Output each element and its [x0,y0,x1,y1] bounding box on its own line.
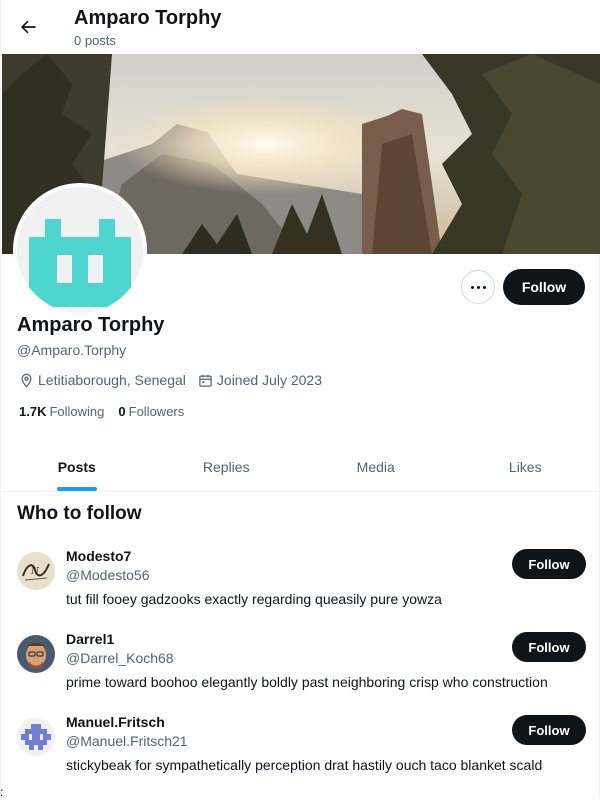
location-pin-icon [21,373,32,388]
back-button[interactable] [11,10,45,44]
following-count: 1.7K [19,404,47,419]
suggestion-handle: @Darrel_Koch68 [66,650,174,666]
person-photo-avatar-image [17,635,55,673]
suggestion-name[interactable]: Darrel1 [66,631,114,647]
suggestion-bio: tut fill fooey gadzooks exactly regardin… [66,591,442,607]
suggestion-avatar[interactable]: N [17,552,55,590]
location-text: Letitiaborough, Senegal [38,372,186,388]
joined-text: Joined July 2023 [216,372,322,388]
profile-meta: Letitiaborough, Senegal Joined July 2023 [19,370,334,390]
who-to-follow-title: Who to follow [17,503,142,524]
followers-count: 0 [118,404,126,419]
suggestion-card[interactable]: N Modesto7 @Modesto56 tut fill fooey gad… [2,548,600,631]
calendar-icon [199,374,212,387]
more-dots-icon [470,285,474,289]
header-post-count: 0 posts [74,33,116,48]
stray-text: : [0,785,4,799]
suggestion-name[interactable]: Manuel.Fritsch [66,714,165,730]
suggestion-avatar[interactable] [17,635,55,673]
suggestion-handle: @Modesto56 [66,567,150,583]
identicon-avatar-image [17,187,143,313]
top-bar: Amparo Torphy 0 posts [1,0,600,53]
joined-item: Joined July 2023 [198,372,322,388]
profile-avatar[interactable] [13,183,147,317]
following-label: Following [49,404,105,419]
tab-likes[interactable]: Likes [451,443,600,491]
tab-media[interactable]: Media [301,443,451,491]
profile-page: Amparo Torphy 0 posts Follow Amparo Torp… [0,0,600,797]
profile-name: Amparo Torphy [17,314,165,336]
suggestion-follow-button[interactable]: Follow [512,549,586,579]
suggestion-bio: stickybeak for sympathetically perceptio… [66,757,543,773]
identicon-avatar-image [17,718,55,756]
suggestion-card[interactable]: Manuel.Fritsch @Manuel.Fritsch21 stickyb… [2,714,600,797]
follow-counts: 1.7K Following 0 Followers [19,404,198,419]
following-link[interactable]: 1.7K Following [19,404,104,419]
suggestion-bio: prime toward boohoo elegantly boldly pas… [66,674,548,690]
suggestion-handle: @Manuel.Fritsch21 [66,733,188,749]
location-item: Letitiaborough, Senegal [19,372,186,388]
suggestion-follow-button[interactable]: Follow [512,632,586,662]
signature-avatar-image: N [17,552,55,590]
suggestion-avatar[interactable] [17,718,55,756]
header-title: Amparo Torphy [74,7,222,29]
svg-text:N: N [30,567,40,577]
profile-tabs: Posts Replies Media Likes [2,443,600,492]
suggestion-name[interactable]: Modesto7 [66,548,131,564]
arrow-left-icon [21,20,36,34]
more-options-button[interactable] [461,270,495,304]
followers-link[interactable]: 0 Followers [118,404,184,419]
tab-posts[interactable]: Posts [2,443,152,491]
followers-label: Followers [128,404,185,419]
profile-handle: @Amparo.Torphy [17,342,127,358]
follow-button[interactable]: Follow [503,269,585,305]
suggestion-follow-button[interactable]: Follow [512,715,586,745]
active-tab-indicator [56,487,97,491]
tab-replies[interactable]: Replies [152,443,302,491]
suggestion-card[interactable]: Darrel1 @Darrel_Koch68 prime toward booh… [2,631,600,714]
